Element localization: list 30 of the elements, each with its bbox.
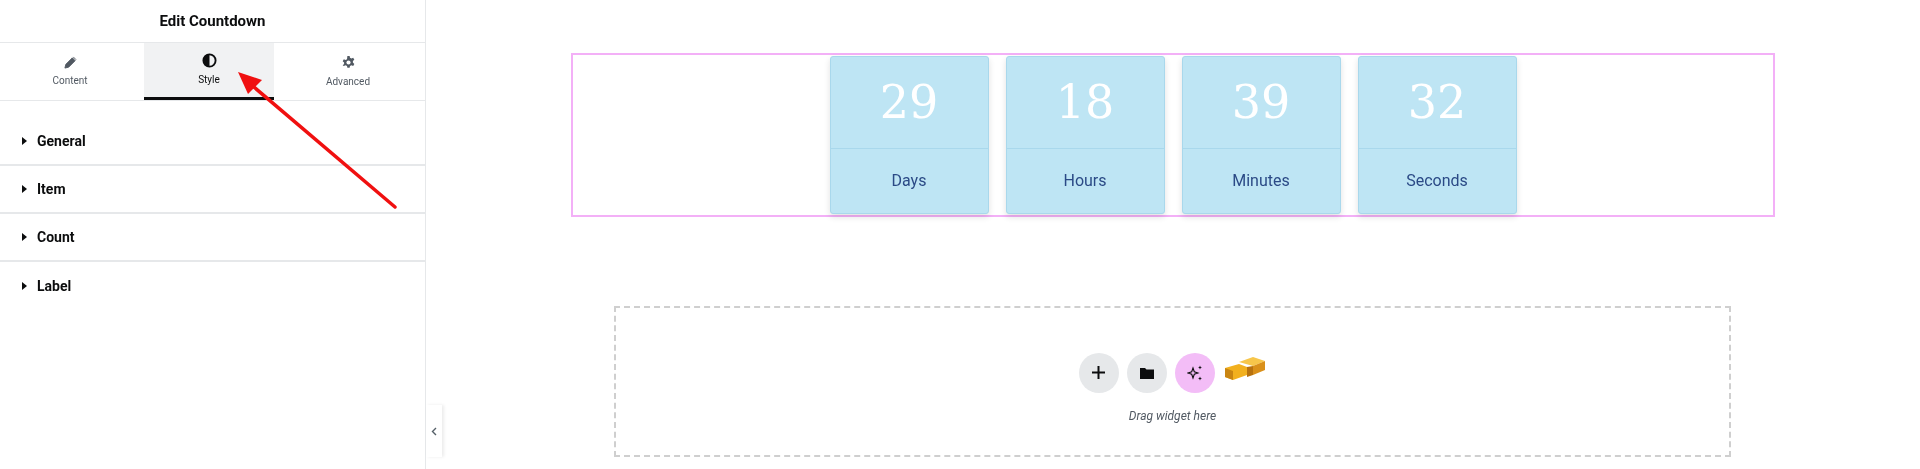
section-header[interactable]: Item <box>0 166 425 214</box>
folder-icon <box>1139 366 1154 379</box>
contrast-icon <box>201 53 217 68</box>
countdown-label: Hours <box>1063 170 1107 192</box>
panel-tab[interactable]: Advanced <box>274 43 422 100</box>
caret-icon <box>22 185 27 193</box>
drop-hint: Drag widget here <box>1128 407 1217 425</box>
settings-icon <box>340 54 356 70</box>
panel-title: Edit Countdown <box>159 10 266 32</box>
panel-tab[interactable]: Content <box>0 43 144 100</box>
chevron-left-icon <box>431 426 437 436</box>
sparkle-icon <box>1186 364 1203 381</box>
countdown-number: 18 <box>1055 74 1115 131</box>
caret-icon <box>22 282 27 290</box>
section-header[interactable]: General <box>0 118 425 166</box>
caret-icon <box>22 137 27 145</box>
countdown-label: Days <box>891 170 927 192</box>
caret-icon <box>22 233 27 241</box>
plus-icon <box>1092 366 1105 379</box>
countdown-number: 39 <box>1231 74 1291 131</box>
countdown-number: 32 <box>1407 74 1467 131</box>
countdown-label: Minutes <box>1232 170 1290 192</box>
countdown-label: Seconds <box>1406 170 1468 192</box>
pencil-icon <box>63 55 77 69</box>
collapse-toggle[interactable] <box>426 405 442 457</box>
countdown-number: 29 <box>879 74 939 131</box>
section-header[interactable]: Label <box>0 262 425 310</box>
section-header[interactable]: Count <box>0 214 425 262</box>
ai-button[interactable] <box>1174 352 1215 393</box>
panel-tab[interactable]: Style <box>144 43 274 100</box>
